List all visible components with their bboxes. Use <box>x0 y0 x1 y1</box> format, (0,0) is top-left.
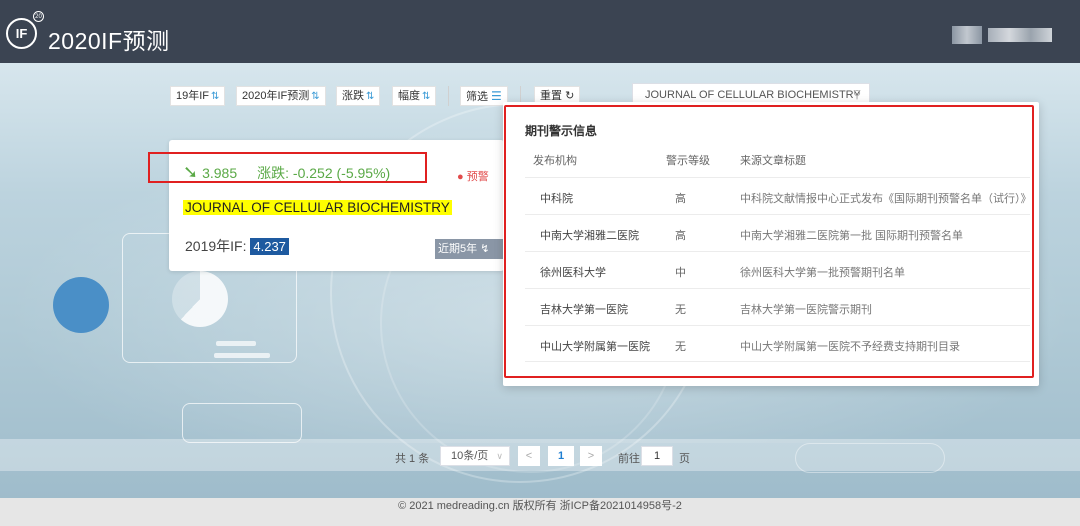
user-avatar[interactable] <box>952 26 1056 44</box>
pagination-total: 共 1 条 <box>395 453 430 465</box>
sort-icon: ⇅ <box>422 91 431 102</box>
refresh-icon: ↻ <box>565 90 575 102</box>
sort-icon: ⇅ <box>366 91 375 102</box>
top-navbar: IF 20 2020IF预测 <box>0 0 1080 63</box>
sort-if19-button[interactable]: 19年IF ⇅ <box>170 86 226 106</box>
goto-label: 前往 <box>618 453 640 465</box>
highlight-box <box>504 105 1034 378</box>
page-number-current[interactable]: 1 <box>548 446 574 466</box>
logo-icon: IF <box>6 18 37 49</box>
page-suffix-label: 页 <box>679 453 690 465</box>
next-page-button[interactable]: > <box>580 446 602 466</box>
sort-if2020-button[interactable]: 2020年IF预测 ⇅ <box>236 86 326 106</box>
sort-range-button[interactable]: 幅度 ⇅ <box>392 86 437 106</box>
filter-button[interactable]: 筛选 ☰ <box>460 86 508 106</box>
toolbar-divider <box>448 86 449 106</box>
highlight-box <box>148 152 427 183</box>
chart-icon: ↯ <box>480 243 490 255</box>
journal-name[interactable]: JOURNAL OF CELLULAR BIOCHEMISTRY <box>183 200 452 215</box>
app-title: 2020IF预测 <box>48 28 170 54</box>
filter-icon: ☰ <box>491 89 502 103</box>
if2019-label: 2019年IF: <box>185 238 247 254</box>
page-size-select[interactable]: 10条/页 ∨ <box>440 446 510 466</box>
footer-copyright: © 2021 medreading.cn 版权所有 浙ICP备202101495… <box>0 498 1080 526</box>
sort-change-button[interactable]: 涨跌 ⇅ <box>336 86 381 106</box>
pagination-bar <box>0 439 1080 471</box>
if2019-value: 4.237 <box>250 238 289 255</box>
logo-badge: 20 <box>33 11 44 22</box>
warning-badge[interactable]: ● 预警 <box>457 168 489 184</box>
if2019-row: 2019年IF: 4.237 <box>185 236 289 256</box>
recent-5-years-button[interactable]: 近期5年 ↯ <box>435 239 505 259</box>
sort-icon: ⇅ <box>211 91 220 102</box>
prev-page-button[interactable]: < <box>518 446 540 466</box>
goto-page-input[interactable]: 1 <box>641 446 673 466</box>
sort-icon: ⇅ <box>311 91 320 102</box>
decorative-dot <box>53 277 109 333</box>
chevron-down-icon: ∨ <box>496 451 503 461</box>
warning-dot-icon: ● <box>457 171 464 183</box>
